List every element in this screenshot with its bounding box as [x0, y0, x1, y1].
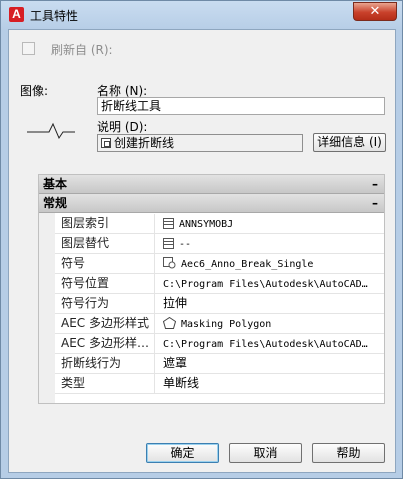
property-value-text: 单断线	[163, 376, 200, 390]
refresh-label: 刷新自 (R):	[51, 43, 113, 57]
property-value-text: C:\Program Files\Autodesk\AutoCAD…	[163, 339, 368, 350]
name-input[interactable]: 折断线工具	[97, 97, 385, 115]
layer-key-icon	[163, 218, 174, 229]
property-value[interactable]: Aec6_Anno_Break_Single	[163, 254, 383, 273]
property-row-symbol-location[interactable]: 符号位置 C:\Program Files\Autodesk\AutoCAD…	[55, 274, 384, 294]
collapse-icon[interactable]: –	[372, 175, 378, 193]
property-value-text: 遮罩	[163, 356, 188, 370]
property-key: 符号位置	[55, 274, 155, 293]
help-button[interactable]: 帮助	[312, 443, 385, 463]
property-value[interactable]: ANNSYMOBJ	[163, 214, 383, 233]
category-general[interactable]: 常规 –	[39, 194, 384, 213]
property-value[interactable]: --	[163, 234, 383, 253]
polygon-icon	[163, 317, 176, 329]
property-row-break-behavior[interactable]: 折断线行为 遮罩	[55, 354, 384, 374]
property-value[interactable]: 单断线	[163, 374, 383, 393]
title-bar[interactable]: A 工具特性 ✕	[1, 1, 402, 29]
property-value-text: 拉伸	[163, 296, 188, 310]
property-key: 符号行为	[55, 294, 155, 313]
property-value[interactable]: C:\Program Files\Autodesk\AutoCAD…	[163, 274, 383, 293]
property-key: AEC 多边形样式	[55, 314, 155, 333]
property-value-text: Masking Polygon	[181, 319, 272, 330]
autocad-app-icon: A	[9, 7, 24, 22]
property-value-text: ANNSYMOBJ	[179, 219, 234, 230]
description-value: 创建折断线	[114, 136, 175, 150]
tool-properties-dialog: A 工具特性 ✕ 刷新自 (R): 图像: 名称 (N): 折断线工具 说明 (…	[0, 0, 403, 479]
property-key: 类型	[55, 374, 155, 393]
property-row-symbol-behavior[interactable]: 符号行为 拉伸	[55, 294, 384, 314]
property-row-symbol[interactable]: 符号 Aec6_Anno_Break_Single	[55, 254, 384, 274]
property-value-text: Aec6_Anno_Break_Single	[181, 259, 314, 270]
cancel-button[interactable]: 取消	[229, 443, 302, 463]
ok-button[interactable]: 确定	[146, 443, 219, 463]
property-row-layer-override[interactable]: 图层替代 --	[55, 234, 384, 254]
property-key: 图层替代	[55, 234, 155, 253]
property-grid: 基本 – 常规 – 图层索引 ANNSYMOBJ 图层替代 -- 符号 Aec6…	[38, 174, 385, 404]
refresh-checkbox[interactable]	[22, 42, 35, 55]
description-field[interactable]: 创建折断线	[97, 134, 303, 152]
grid-gutter	[39, 213, 55, 403]
category-general-label: 常规	[43, 196, 68, 210]
property-key: 图层索引	[55, 214, 155, 233]
category-basic[interactable]: 基本 –	[39, 175, 384, 194]
break-line-preview-image[interactable]	[25, 120, 77, 140]
window-title: 工具特性	[30, 9, 79, 23]
property-row-type[interactable]: 类型 单断线	[55, 374, 384, 394]
close-button[interactable]: ✕	[353, 2, 397, 21]
symbol-icon	[163, 257, 176, 269]
close-icon: ✕	[369, 4, 381, 19]
property-key: 折断线行为	[55, 354, 155, 373]
property-key: 符号	[55, 254, 155, 273]
property-value[interactable]: C:\Program Files\Autodesk\AutoCAD…	[163, 334, 383, 353]
collapse-icon[interactable]: –	[372, 194, 378, 212]
details-button[interactable]: 详细信息 (I)	[313, 133, 386, 152]
property-row-layer-key[interactable]: 图层索引 ANNSYMOBJ	[55, 214, 384, 234]
description-label: 说明 (D):	[97, 120, 148, 134]
property-value[interactable]: Masking Polygon	[163, 314, 383, 333]
property-value-text: C:\Program Files\Autodesk\AutoCAD…	[163, 279, 368, 290]
property-value[interactable]: 拉伸	[163, 294, 383, 313]
image-label: 图像:	[20, 84, 49, 98]
property-row-aec-polygon-style[interactable]: AEC 多边形样式 Masking Polygon	[55, 314, 384, 334]
property-value[interactable]: 遮罩	[163, 354, 383, 373]
dialog-body: 刷新自 (R): 图像: 名称 (N): 折断线工具 说明 (D): 创建折断线…	[8, 29, 396, 473]
property-value-text: --	[179, 239, 192, 250]
description-edit-icon[interactable]	[101, 138, 111, 148]
layer-override-icon	[163, 238, 174, 249]
property-row-aec-polygon-style-location[interactable]: AEC 多边形样… C:\Program Files\Autodesk\Auto…	[55, 334, 384, 354]
category-basic-label: 基本	[43, 177, 68, 191]
property-key: AEC 多边形样…	[55, 334, 155, 353]
